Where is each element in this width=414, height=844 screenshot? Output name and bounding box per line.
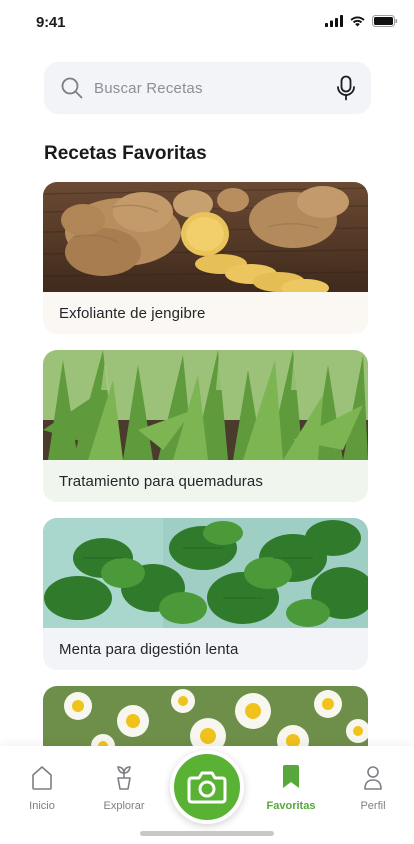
recipe-title: Exfoliante de jengibre [59,304,206,322]
camera-icon [187,771,227,804]
status-bar: 9:41 [0,0,414,46]
tab-label: Favoritas [266,800,316,812]
search-input[interactable]: Buscar Recetas [94,80,335,97]
recipe-card[interactable]: Tratamiento para quemaduras [43,350,368,502]
recipe-label-area: Exfoliante de jengibre [43,292,368,334]
battery-icon [372,15,398,27]
user-icon [364,766,382,790]
home-indicator [140,831,274,836]
tab-label: Perfil [360,800,386,812]
recipe-card[interactable]: Menta para digestión lenta [43,518,368,670]
ginger-photo [43,182,368,292]
wifi-icon [350,16,365,27]
recipe-label-area: Menta para digestión lenta [43,628,368,670]
aloe-vera-photo [43,350,368,460]
bookmark-icon [283,765,299,788]
tab-perfil[interactable]: Perfil [343,764,403,812]
mint-photo [43,518,368,628]
tab-label: Inicio [29,800,55,812]
recipe-label-area: Tratamiento para quemaduras [43,460,368,502]
tab-label: Explorar [103,800,145,812]
home-icon [32,766,52,790]
microphone-icon[interactable] [335,75,357,101]
tab-favoritas[interactable]: Favoritas [261,764,321,812]
camera-button[interactable] [170,750,244,824]
tab-inicio[interactable]: Inicio [12,764,72,812]
signal-icon [325,15,343,27]
recipe-title: Menta para digestión lenta [59,640,239,658]
plant-pot-icon [117,766,131,790]
section-title: Recetas Favoritas [44,143,207,164]
search-bar[interactable]: Buscar Recetas [44,62,371,114]
status-time: 9:41 [36,14,66,31]
status-icons [325,15,398,27]
recipe-card[interactable]: Exfoliante de jengibre [43,182,368,334]
tab-explorar[interactable]: Explorar [94,764,154,812]
search-icon [61,77,83,99]
recipe-title: Tratamiento para quemaduras [59,472,263,490]
